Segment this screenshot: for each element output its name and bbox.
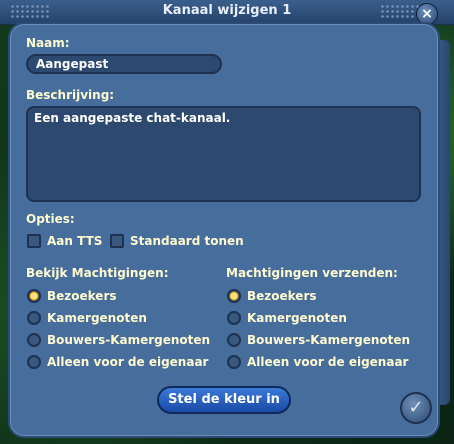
description-textarea[interactable]: Een aangepaste chat-kanaal. xyxy=(26,106,421,202)
tts-checkbox[interactable] xyxy=(27,234,41,248)
view-radio-owner-label: Alleen voor de eigenaar xyxy=(47,355,209,369)
send-radio-owner[interactable] xyxy=(227,355,241,369)
send-radio-roommates-label: Kamergenoten xyxy=(247,311,347,325)
tts-checkbox-label: Aan TTS xyxy=(47,234,103,248)
name-input[interactable]: Aangepast xyxy=(26,54,222,74)
dialog-panel xyxy=(8,22,440,438)
send-permissions-label: Machtigingen verzenden: xyxy=(226,266,398,280)
view-radio-visitors[interactable] xyxy=(27,289,41,303)
description-label: Beschrijving: xyxy=(26,88,115,102)
send-radio-visitors[interactable] xyxy=(227,289,241,303)
name-label: Naam: xyxy=(26,36,70,50)
send-radio-roommates[interactable] xyxy=(227,311,241,325)
send-radio-builders-label: Bouwers-Kamergenoten xyxy=(247,333,411,347)
send-radio-visitors-label: Bezoekers xyxy=(247,289,317,303)
grip-dots-right xyxy=(380,4,420,18)
view-radio-visitors-label: Bezoekers xyxy=(47,289,117,303)
view-radio-owner[interactable] xyxy=(27,355,41,369)
view-permissions-label: Bekijk Machtigingen: xyxy=(26,266,169,280)
default-show-checkbox-label: Standaard tonen xyxy=(130,234,244,248)
view-radio-builders-label: Bouwers-Kamergenoten xyxy=(47,333,211,347)
view-radio-roommates[interactable] xyxy=(27,311,41,325)
send-radio-owner-label: Alleen voor de eigenaar xyxy=(247,355,409,369)
confirm-check-icon[interactable]: ✓ xyxy=(400,392,432,424)
send-radio-builders[interactable] xyxy=(227,333,241,347)
view-radio-builders[interactable] xyxy=(27,333,41,347)
default-show-checkbox[interactable] xyxy=(110,234,124,248)
options-label: Opties: xyxy=(26,212,75,226)
set-color-button[interactable]: Stel de kleur in xyxy=(157,386,291,414)
view-radio-roommates-label: Kamergenoten xyxy=(47,311,147,325)
